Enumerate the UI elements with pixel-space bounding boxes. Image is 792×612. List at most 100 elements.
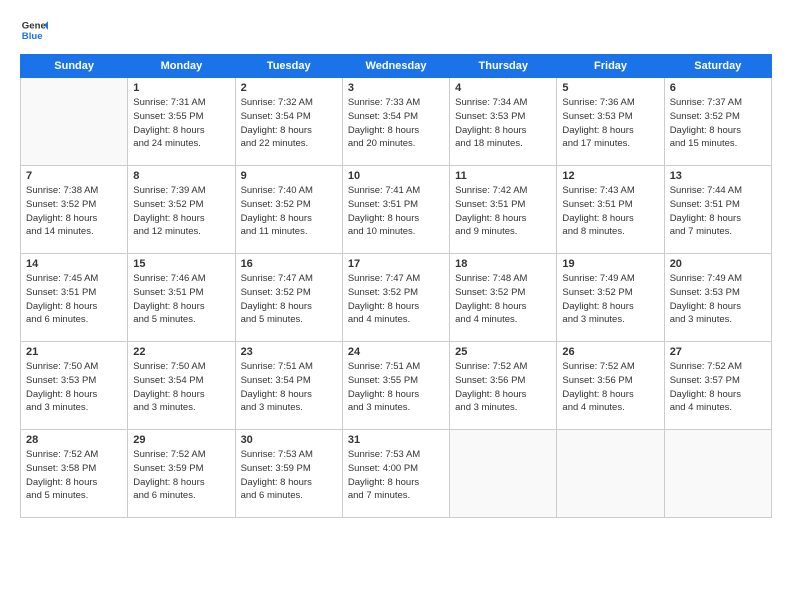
- calendar-cell: [664, 430, 771, 518]
- day-info: Sunrise: 7:31 AM Sunset: 3:55 PM Dayligh…: [133, 96, 229, 151]
- day-info: Sunrise: 7:34 AM Sunset: 3:53 PM Dayligh…: [455, 96, 551, 151]
- day-number: 31: [348, 434, 444, 446]
- calendar-cell: 9Sunrise: 7:40 AM Sunset: 3:52 PM Daylig…: [235, 166, 342, 254]
- day-info: Sunrise: 7:42 AM Sunset: 3:51 PM Dayligh…: [455, 184, 551, 239]
- calendar-cell: 25 Sunrise: 7:52 AM Sunset: 3:56 PM Dayli…: [450, 342, 557, 430]
- day-info: Sunrise: 7:52 AM Sunset: 3:56 PM Dayligh…: [562, 360, 658, 415]
- day-number: 6: [670, 82, 766, 94]
- calendar-cell: 27 Sunrise: 7:52 AM Sunset: 3:57 PM Dayli…: [664, 342, 771, 430]
- header-row: SundayMondayTuesdayWednesdayThursdayFrid…: [21, 55, 772, 78]
- day-info: Sunrise: 7:44 AM Sunset: 3:51 PM Dayligh…: [670, 184, 766, 239]
- calendar-cell: 4Sunrise: 7:34 AM Sunset: 3:53 PM Daylig…: [450, 78, 557, 166]
- calendar-cell: 19 Sunrise: 7:49 AM Sunset: 3:52 PM Dayli…: [557, 254, 664, 342]
- day-info: Sunrise: 7:47 AM Sunset: 3:52 PM Dayligh…: [241, 272, 337, 327]
- col-header-thursday: Thursday: [450, 55, 557, 78]
- day-info: Sunrise: 7:41 AM Sunset: 3:51 PM Dayligh…: [348, 184, 444, 239]
- day-info: Sunrise: 7:52 AM Sunset: 3:59 PM Dayligh…: [133, 448, 229, 503]
- day-number: 30: [241, 434, 337, 446]
- calendar-cell: 28Sunrise: 7:52 AM Sunset: 3:58 PM Dayli…: [21, 430, 128, 518]
- calendar-cell: 1 Sunrise: 7:31 AM Sunset: 3:55 PM Daylig…: [128, 78, 235, 166]
- week-row-3: 14 Sunrise: 7:45 AM Sunset: 3:51 PM Dayli…: [21, 254, 772, 342]
- col-header-friday: Friday: [557, 55, 664, 78]
- svg-text:Blue: Blue: [22, 31, 43, 42]
- day-number: 7: [26, 170, 122, 182]
- calendar-cell: 18 Sunrise: 7:48 AM Sunset: 3:52 PM Dayli…: [450, 254, 557, 342]
- col-header-tuesday: Tuesday: [235, 55, 342, 78]
- day-info: Sunrise: 7:49 AM Sunset: 3:52 PM Dayligh…: [562, 272, 658, 327]
- calendar-table: SundayMondayTuesdayWednesdayThursdayFrid…: [20, 54, 772, 518]
- day-info: Sunrise: 7:43 AM Sunset: 3:51 PM Dayligh…: [562, 184, 658, 239]
- calendar-cell: 22Sunrise: 7:50 AM Sunset: 3:54 PM Dayli…: [128, 342, 235, 430]
- week-row-2: 7 Sunrise: 7:38 AM Sunset: 3:52 PM Daylig…: [21, 166, 772, 254]
- day-info: Sunrise: 7:48 AM Sunset: 3:52 PM Dayligh…: [455, 272, 551, 327]
- calendar-cell: 10 Sunrise: 7:41 AM Sunset: 3:51 PM Dayli…: [342, 166, 449, 254]
- day-info: Sunrise: 7:52 AM Sunset: 3:57 PM Dayligh…: [670, 360, 766, 415]
- calendar-cell: 12 Sunrise: 7:43 AM Sunset: 3:51 PM Dayli…: [557, 166, 664, 254]
- day-info: Sunrise: 7:45 AM Sunset: 3:51 PM Dayligh…: [26, 272, 122, 327]
- calendar-cell: [21, 78, 128, 166]
- day-number: 8: [133, 170, 229, 182]
- calendar-cell: 24 Sunrise: 7:51 AM Sunset: 3:55 PM Dayli…: [342, 342, 449, 430]
- day-number: 17: [348, 258, 444, 270]
- day-info: Sunrise: 7:53 AM Sunset: 3:59 PM Dayligh…: [241, 448, 337, 503]
- day-info: Sunrise: 7:51 AM Sunset: 3:55 PM Dayligh…: [348, 360, 444, 415]
- day-info: Sunrise: 7:38 AM Sunset: 3:52 PM Dayligh…: [26, 184, 122, 239]
- day-info: Sunrise: 7:36 AM Sunset: 3:53 PM Dayligh…: [562, 96, 658, 151]
- header: General Blue: [20, 16, 772, 44]
- day-number: 14: [26, 258, 122, 270]
- day-info: Sunrise: 7:39 AM Sunset: 3:52 PM Dayligh…: [133, 184, 229, 239]
- calendar-cell: 16 Sunrise: 7:47 AM Sunset: 3:52 PM Dayli…: [235, 254, 342, 342]
- day-number: 11: [455, 170, 551, 182]
- col-header-saturday: Saturday: [664, 55, 771, 78]
- day-info: Sunrise: 7:52 AM Sunset: 3:56 PM Dayligh…: [455, 360, 551, 415]
- calendar-cell: 3 Sunrise: 7:33 AM Sunset: 3:54 PM Daylig…: [342, 78, 449, 166]
- day-number: 3: [348, 82, 444, 94]
- calendar-cell: [450, 430, 557, 518]
- day-number: 2: [241, 82, 337, 94]
- logo-icon: General Blue: [20, 16, 48, 44]
- calendar-cell: 6Sunrise: 7:37 AM Sunset: 3:52 PM Daylig…: [664, 78, 771, 166]
- day-number: 22: [133, 346, 229, 358]
- week-row-5: 28Sunrise: 7:52 AM Sunset: 3:58 PM Dayli…: [21, 430, 772, 518]
- col-header-wednesday: Wednesday: [342, 55, 449, 78]
- day-number: 18: [455, 258, 551, 270]
- col-header-monday: Monday: [128, 55, 235, 78]
- calendar-cell: 5 Sunrise: 7:36 AM Sunset: 3:53 PM Daylig…: [557, 78, 664, 166]
- calendar-cell: 11 Sunrise: 7:42 AM Sunset: 3:51 PM Dayli…: [450, 166, 557, 254]
- day-number: 23: [241, 346, 337, 358]
- day-number: 27: [670, 346, 766, 358]
- week-row-1: 1 Sunrise: 7:31 AM Sunset: 3:55 PM Daylig…: [21, 78, 772, 166]
- day-number: 1: [133, 82, 229, 94]
- logo: General Blue: [20, 16, 48, 44]
- calendar-cell: 13 Sunrise: 7:44 AM Sunset: 3:51 PM Dayli…: [664, 166, 771, 254]
- calendar-cell: 14 Sunrise: 7:45 AM Sunset: 3:51 PM Dayli…: [21, 254, 128, 342]
- page: General Blue SundayMondayTuesdayWednesda…: [0, 0, 792, 612]
- day-number: 19: [562, 258, 658, 270]
- day-info: Sunrise: 7:33 AM Sunset: 3:54 PM Dayligh…: [348, 96, 444, 151]
- day-number: 16: [241, 258, 337, 270]
- day-number: 24: [348, 346, 444, 358]
- calendar-cell: 15Sunrise: 7:46 AM Sunset: 3:51 PM Dayli…: [128, 254, 235, 342]
- day-info: Sunrise: 7:52 AM Sunset: 3:58 PM Dayligh…: [26, 448, 122, 503]
- calendar-cell: 21Sunrise: 7:50 AM Sunset: 3:53 PM Dayli…: [21, 342, 128, 430]
- calendar-cell: 2Sunrise: 7:32 AM Sunset: 3:54 PM Daylig…: [235, 78, 342, 166]
- day-number: 5: [562, 82, 658, 94]
- day-number: 12: [562, 170, 658, 182]
- calendar-cell: 7 Sunrise: 7:38 AM Sunset: 3:52 PM Daylig…: [21, 166, 128, 254]
- day-number: 20: [670, 258, 766, 270]
- day-number: 25: [455, 346, 551, 358]
- calendar-cell: 29 Sunrise: 7:52 AM Sunset: 3:59 PM Dayli…: [128, 430, 235, 518]
- svg-text:General: General: [22, 20, 48, 31]
- day-number: 26: [562, 346, 658, 358]
- day-info: Sunrise: 7:51 AM Sunset: 3:54 PM Dayligh…: [241, 360, 337, 415]
- day-number: 9: [241, 170, 337, 182]
- day-number: 13: [670, 170, 766, 182]
- calendar-cell: 31Sunrise: 7:53 AM Sunset: 4:00 PM Dayli…: [342, 430, 449, 518]
- col-header-sunday: Sunday: [21, 55, 128, 78]
- calendar-cell: [557, 430, 664, 518]
- day-number: 21: [26, 346, 122, 358]
- day-number: 10: [348, 170, 444, 182]
- day-info: Sunrise: 7:49 AM Sunset: 3:53 PM Dayligh…: [670, 272, 766, 327]
- calendar-cell: 8 Sunrise: 7:39 AM Sunset: 3:52 PM Daylig…: [128, 166, 235, 254]
- day-number: 29: [133, 434, 229, 446]
